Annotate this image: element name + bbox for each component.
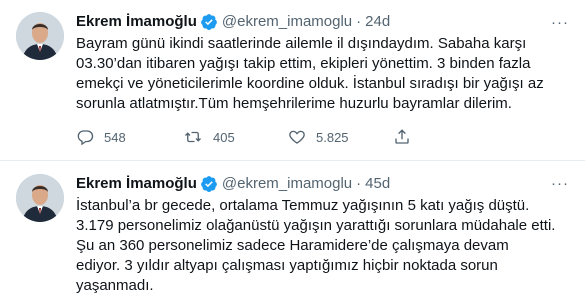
reply-icon <box>77 130 94 146</box>
more-options-icon[interactable]: ··· <box>551 14 569 31</box>
tweet-text: Bayram günü ikindi saatlerinde ailemle i… <box>76 35 544 112</box>
avatar-image <box>16 12 64 60</box>
tweet[interactable]: Ekrem İmamoğlu @ekrem_imamoglu · 45d İst… <box>0 160 585 294</box>
tweet-text: İstanbul’a br gecede, ortalama Temmuz ya… <box>76 197 556 294</box>
author-handle[interactable]: @ekrem_imamoglu <box>222 12 352 32</box>
timestamp[interactable]: 24d <box>365 12 390 32</box>
author-name[interactable]: Ekrem İmamoğlu <box>76 12 197 32</box>
author-handle[interactable]: @ekrem_imamoglu <box>222 174 352 194</box>
separator: · <box>356 13 362 30</box>
avatar[interactable] <box>16 174 64 222</box>
reply-button[interactable]: 548 <box>76 128 183 146</box>
verified-badge-icon <box>200 175 218 193</box>
retweet-button[interactable]: 405 <box>183 128 288 146</box>
avatar-image <box>16 174 64 222</box>
timestamp[interactable]: 45d <box>365 174 390 194</box>
tweet[interactable]: Ekrem İmamoğlu @ekrem_imamoglu · 24d Bay… <box>0 0 585 160</box>
like-count: 5.825 <box>316 129 349 145</box>
retweet-count: 405 <box>213 129 235 145</box>
separator: · <box>356 175 362 192</box>
verified-badge-icon <box>200 13 218 31</box>
share-icon <box>395 129 409 144</box>
more-options-icon[interactable]: ··· <box>551 175 569 192</box>
heart-icon <box>289 130 305 144</box>
avatar[interactable] <box>16 12 64 60</box>
retweet-icon <box>185 131 201 143</box>
share-button[interactable] <box>393 128 498 146</box>
author-name[interactable]: Ekrem İmamoğlu <box>76 174 197 194</box>
like-button[interactable]: 5.825 <box>288 128 393 146</box>
reply-count: 548 <box>104 129 126 145</box>
